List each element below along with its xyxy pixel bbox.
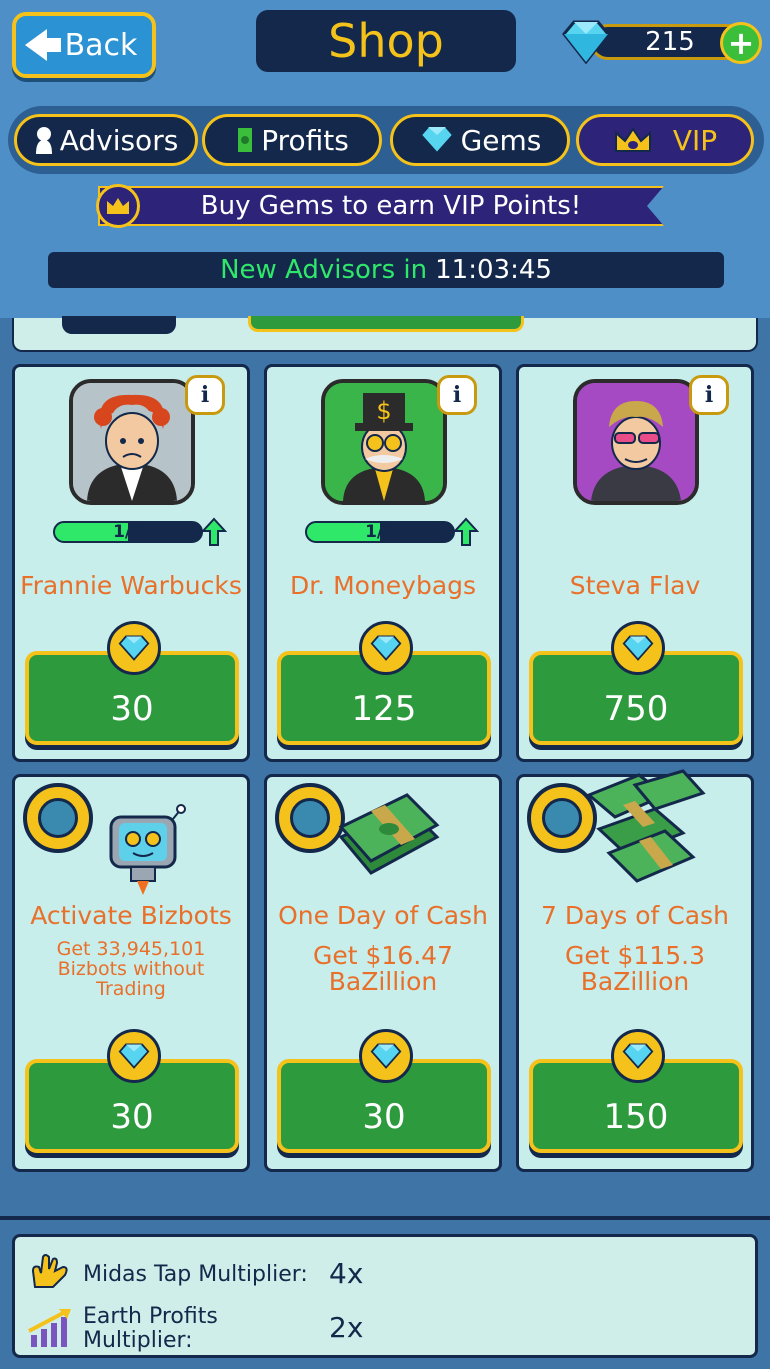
gem-icon [359,1029,413,1083]
gem-counter: 215 + [560,18,762,66]
gem-icon [359,621,413,675]
boost-description-line: Trading [96,978,166,1000]
boost-description-line: BaZillion [328,967,438,996]
upgrade-arrow-icon [453,517,479,546]
tab-gems[interactable]: Gems [390,114,570,166]
advisor-card: i 1/2 Frannie Warbucks 30 [12,364,250,762]
shop-tabs: Advisors Profits Gems VIP [8,106,764,174]
boost-description-line: Bizbots without [57,958,205,980]
gem-icon [611,621,665,675]
timer-label: New Advisors in [220,255,428,285]
advisor-portrait [69,379,195,505]
price-label: 30 [110,689,154,729]
advisor-name: Dr. Moneybags [289,571,477,600]
bizbot-icon [109,804,186,895]
add-gems-button[interactable]: + [720,22,762,64]
price-label: 30 [362,1097,406,1137]
tab-advisors[interactable]: Advisors [14,114,198,166]
tab-advisors-label: Advisors [59,123,179,157]
boost-name: One Day of Cash [278,901,488,930]
midas-tap-label: Midas Tap Multiplier: [83,1262,308,1287]
advisor-progress-bar: 1/2 [53,521,203,543]
tab-profits-label: Profits [261,123,349,157]
boost-card: Activate Bizbots Get 33,945,101 Bizbots … [12,774,250,1172]
page-title: Shop [328,14,444,68]
midas-tap-value: 4x [329,1257,364,1290]
earth-profits-label-line: Multiplier: [83,1328,193,1353]
advisor-card: i Steva Flav 750 [516,364,754,762]
timer-value: 11:03:45 [435,255,552,285]
gem-icon [107,621,161,675]
advisor-progress-bar: 1/2 [305,521,455,543]
svg-text:$: $ [376,397,391,425]
cash-icon [236,126,255,154]
gem-icon [107,1029,161,1083]
info-button[interactable]: i [689,375,729,415]
boost-description: Get 33,945,101 Bizbots without Trading [15,939,247,999]
boost-description-line: Get 33,945,101 [56,938,206,960]
advisor-icon [35,127,52,154]
boost-description-line: Get $115.3 [565,941,705,970]
scrolled-card-strip [12,316,758,352]
profit-chart-icon [28,1309,71,1347]
boost-description: Get $16.47 BaZillion [267,943,499,995]
back-arrow-icon [24,29,61,61]
gem-icon [562,20,610,65]
price-label: 125 [351,689,417,729]
boost-name: 7 Days of Cash [541,901,729,930]
back-label: Back [64,27,138,63]
advisor-progress-text: 1/2 [113,522,143,542]
tab-gems-label: Gems [460,123,542,157]
page-title-box: Shop [256,10,516,72]
earth-coin-icon [275,783,345,853]
vip-banner-text: Buy Gems to earn VIP Points! [200,191,582,221]
upgrade-arrow-icon [201,517,227,546]
earth-profits-label-line: Earth Profits [83,1304,218,1329]
earth-coin-icon [527,783,597,853]
info-button[interactable]: i [437,375,477,415]
advisor-name: Steva Flav [569,571,701,600]
tab-profits[interactable]: Profits [202,114,382,166]
boost-description-line: Get $16.47 [313,941,453,970]
advisor-name: Frannie Warbucks [20,571,242,600]
price-label: 150 [603,1097,669,1137]
crown-icon [96,184,140,228]
boost-card: 7 Days of Cash Get $115.3 BaZillion 150 [516,769,754,1172]
multiplier-panel: Midas Tap Multiplier: 4x Earth Profits M… [12,1234,758,1358]
earth-profits-value: 2x [329,1311,364,1344]
gem-icon [419,126,454,155]
info-button[interactable]: i [185,375,225,415]
back-button[interactable]: Back [12,12,156,78]
tab-vip[interactable]: VIP [576,114,754,166]
price-label: 30 [110,1097,154,1137]
advisor-portrait: $ [321,379,447,505]
crown-icon [614,127,651,152]
vip-banner[interactable]: Buy Gems to earn VIP Points! [98,186,664,226]
earth-profits-label: Earth Profits Multiplier: [83,1305,218,1353]
price-label: 750 [603,689,669,729]
gem-icon [611,1029,665,1083]
earth-coin-icon [23,783,93,853]
cash-pile-icon [586,769,706,883]
advisor-portrait [573,379,699,505]
boost-description: Get $115.3 BaZillion [519,943,751,995]
advisor-card: $ i 1/2 Dr. Moneybags 125 [264,364,502,762]
new-advisors-timer: New Advisors in 11:03:45 [48,252,724,288]
boost-card: One Day of Cash Get $16.47 BaZillion 30 [264,774,502,1172]
cash-stack-icon [338,793,440,875]
advisor-progress-text: 1/2 [365,522,395,542]
boost-description-line: BaZillion [580,967,690,996]
boost-name: Activate Bizbots [30,901,232,930]
midas-hand-icon [31,1254,68,1288]
tab-vip-label: VIP [672,123,718,157]
